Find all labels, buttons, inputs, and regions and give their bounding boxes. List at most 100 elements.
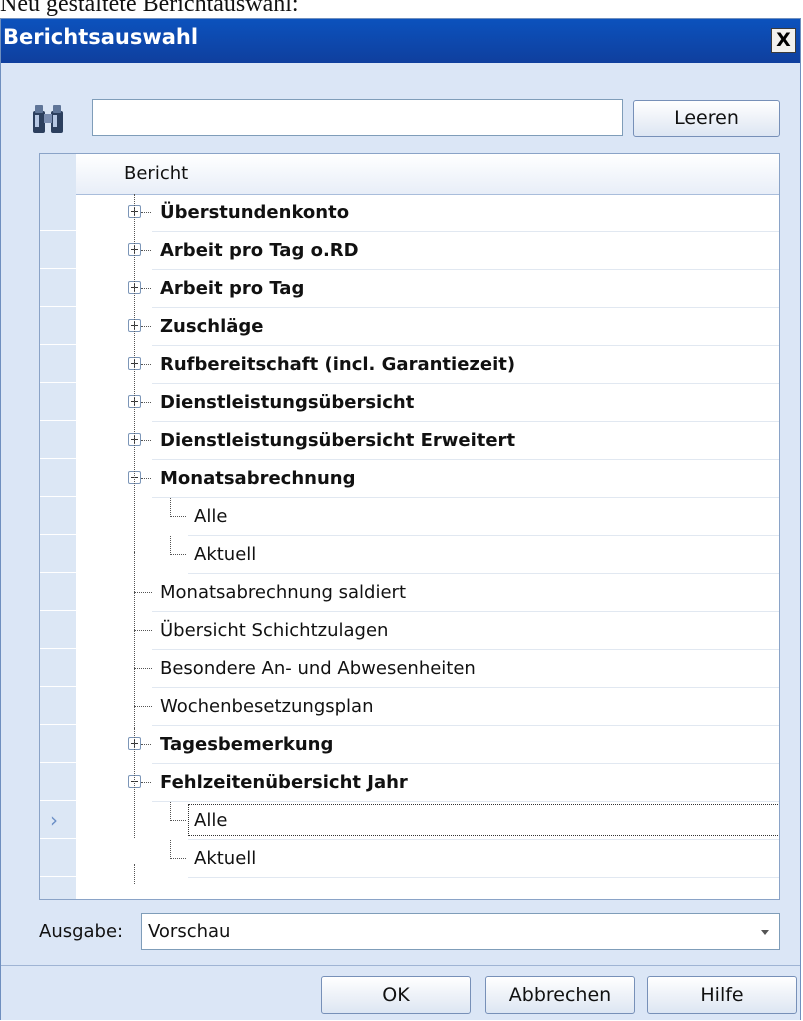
binoculars-icon	[33, 105, 63, 133]
row-selector[interactable]	[40, 422, 76, 459]
tree-connector	[141, 212, 151, 213]
tree-row-label: Rufbereitschaft (incl. Garantiezeit)	[160, 354, 516, 375]
tree-row-label: Besondere An- und Abwesenheiten	[160, 658, 476, 679]
column-header-label: Bericht	[124, 163, 189, 184]
tree-connector	[170, 516, 186, 517]
tree-row-label: Zuschläge	[160, 316, 264, 337]
tree-connector	[134, 630, 152, 631]
row-selector[interactable]	[40, 232, 76, 269]
tree-row-label: Fehlzeitenübersicht Jahr	[160, 772, 408, 793]
tree-row-label: Tagesbemerkung	[160, 734, 334, 755]
row-selector[interactable]	[40, 688, 76, 725]
row-selector[interactable]: ›	[40, 802, 76, 839]
tree-connector	[141, 478, 151, 479]
tree-connector	[141, 744, 151, 745]
row-selector[interactable]	[40, 726, 76, 763]
output-select-value: Vorschau	[148, 921, 231, 942]
tree-row-label: Dienstleistungsübersicht Erweitert	[160, 430, 516, 451]
tree-row[interactable]: Überstundenkonto	[76, 194, 779, 232]
clear-button-label: Leeren	[674, 107, 739, 129]
tree-row[interactable]: Wochenbesetzungsplan	[76, 688, 779, 726]
tree-row-label: Überstundenkonto	[160, 202, 350, 223]
tree-row[interactable]: Aktuell	[76, 536, 779, 574]
row-selector[interactable]	[40, 650, 76, 687]
row-selector[interactable]	[40, 194, 76, 231]
cancel-button[interactable]: Abbrechen	[485, 976, 635, 1014]
tree-connector	[134, 728, 135, 838]
row-selector[interactable]	[40, 346, 76, 383]
output-select[interactable]: Vorschau	[141, 913, 780, 950]
row-selector[interactable]	[40, 308, 76, 345]
tree-row[interactable]: Übersicht Schichtzulagen	[76, 612, 779, 650]
tree-row[interactable]: Aktuell	[76, 840, 779, 878]
tree-row-label: Alle	[194, 506, 228, 527]
help-button[interactable]: Hilfe	[647, 976, 797, 1014]
row-selector[interactable]	[40, 270, 76, 307]
row-selector[interactable]	[40, 384, 76, 421]
tree-connector	[141, 782, 151, 783]
column-header-bericht[interactable]: Bericht	[76, 154, 779, 195]
tree-connector	[134, 552, 135, 728]
tree-row-label: Aktuell	[194, 848, 257, 869]
tree-row[interactable]: Arbeit pro Tag o.RD	[76, 232, 779, 270]
tree-connector	[170, 498, 171, 517]
tree-row[interactable]: Zuschläge	[76, 308, 779, 346]
tree-connector	[170, 536, 171, 555]
row-selector[interactable]	[40, 574, 76, 611]
row-selector[interactable]	[40, 840, 76, 877]
tree-row-label: Wochenbesetzungsplan	[160, 696, 374, 717]
title-bar: Berichtsauswahl X	[1, 19, 800, 63]
tree-connector	[170, 554, 186, 555]
tree-connector	[134, 592, 152, 593]
row-divider	[188, 877, 779, 878]
tree-row[interactable]: Besondere An- und Abwesenheiten	[76, 650, 779, 688]
tree-row-label: Monatsabrechnung saldiert	[160, 582, 406, 603]
row-selector[interactable]	[40, 764, 76, 801]
tree-row[interactable]: Fehlzeitenübersicht Jahr	[76, 764, 779, 802]
tree-row-label: Dienstleistungsübersicht	[160, 392, 415, 413]
tree-row[interactable]: Tagesbemerkung	[76, 726, 779, 764]
tree-row[interactable]: Alle	[76, 498, 779, 536]
tree-connector	[170, 840, 171, 859]
tree-connector	[141, 288, 151, 289]
row-selector[interactable]	[40, 460, 76, 497]
tree-connector	[141, 440, 151, 441]
tree-row[interactable]: Alle	[76, 802, 779, 840]
tree-row-label: Aktuell	[194, 544, 257, 565]
tree-row[interactable]: Monatsabrechnung	[76, 460, 779, 498]
tree-connector	[141, 402, 151, 403]
row-selector[interactable]	[40, 612, 76, 649]
tree-row[interactable]: Rufbereitschaft (incl. Garantiezeit)	[76, 346, 779, 384]
tree-row[interactable]: Monatsabrechnung saldiert	[76, 574, 779, 612]
tree-connector	[141, 326, 151, 327]
tree-row-label: Monatsabrechnung	[160, 468, 356, 489]
chevron-down-icon[interactable]	[761, 930, 769, 935]
close-icon: X	[776, 29, 791, 51]
row-selector[interactable]	[40, 498, 76, 535]
ok-button-label: OK	[382, 984, 410, 1006]
tree-connector	[134, 194, 135, 552]
tree-row-label: Übersicht Schichtzulagen	[160, 620, 389, 641]
tree-row[interactable]: Dienstleistungsübersicht Erweitert	[76, 422, 779, 460]
output-label: Ausgabe:	[39, 921, 124, 942]
current-row-icon: ›	[50, 808, 58, 832]
tree-row-label: Arbeit pro Tag o.RD	[160, 240, 359, 261]
caption: Neu gestaltete Berichtauswahl:	[0, 0, 299, 17]
focus-rectangle	[188, 804, 779, 836]
ok-button[interactable]: OK	[321, 976, 471, 1014]
tree-connector	[141, 250, 151, 251]
dialog-title: Berichtsauswahl	[3, 25, 199, 49]
search-input[interactable]	[92, 99, 623, 136]
tree-row-label: Arbeit pro Tag	[160, 278, 305, 299]
close-button[interactable]: X	[771, 28, 796, 53]
tree-row[interactable]: Arbeit pro Tag	[76, 270, 779, 308]
tree-connector	[134, 706, 152, 707]
tree-connector	[141, 364, 151, 365]
row-selector[interactable]	[40, 536, 76, 573]
report-selection-dialog: Berichtsauswahl X Leeren Bericht Überstu…	[0, 18, 801, 1020]
clear-button[interactable]: Leeren	[633, 100, 780, 137]
tree-connector	[170, 802, 171, 821]
cancel-button-label: Abbrechen	[508, 984, 612, 1006]
dialog-footer: OK Abbrechen Hilfe	[1, 965, 800, 1020]
tree-row[interactable]: Dienstleistungsübersicht	[76, 384, 779, 422]
